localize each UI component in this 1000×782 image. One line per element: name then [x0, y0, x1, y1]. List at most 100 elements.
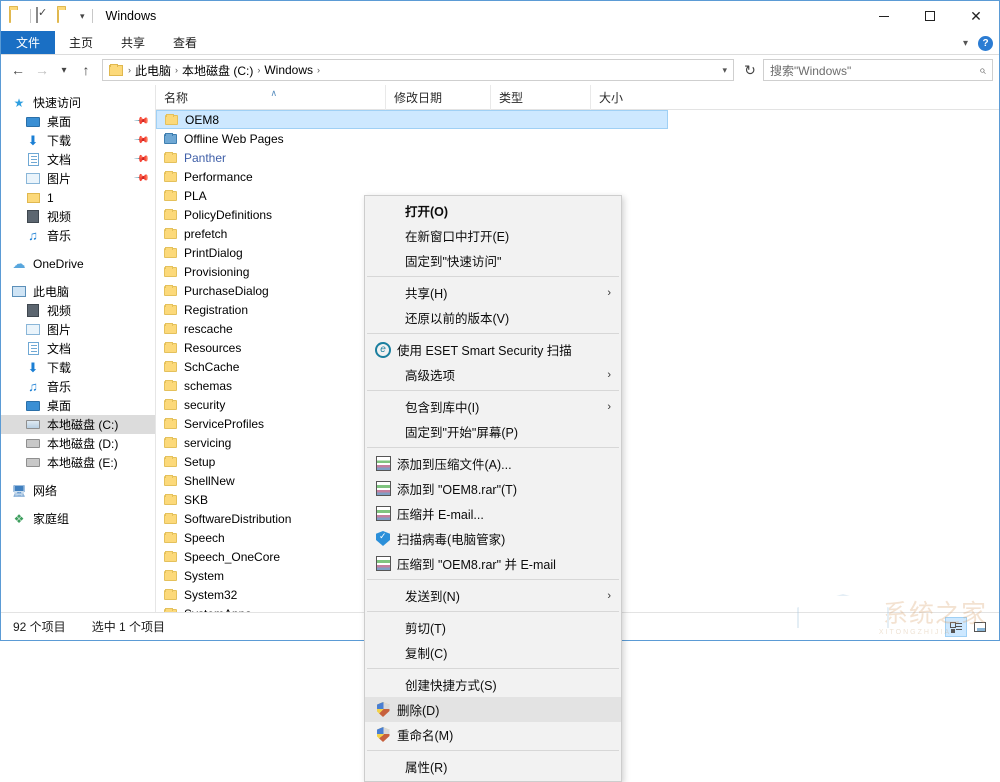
quick-access-toolbar: ▾ Windows [1, 8, 156, 24]
sidebar-label-videos: 视频 [47, 208, 71, 225]
search-input[interactable]: 搜索"Windows" ⌕ [763, 59, 993, 81]
menu-item[interactable]: 固定到"开始"屏幕(P) [365, 419, 621, 444]
sidebar-item-pc-documents[interactable]: 文档 [1, 339, 155, 358]
menu-item[interactable]: 剪切(T) [365, 615, 621, 640]
folder-icon [162, 419, 178, 429]
tab-home[interactable]: 主页 [55, 31, 107, 54]
pin-icon[interactable]: 📌 [132, 113, 149, 130]
tab-view[interactable]: 查看 [159, 31, 211, 54]
tab-file[interactable]: 文件 [1, 31, 55, 54]
help-icon[interactable]: ? [978, 36, 993, 51]
pin-icon[interactable]: 📌 [132, 132, 149, 149]
menu-item[interactable]: 复制(C) [365, 640, 621, 665]
menu-item[interactable]: 重命名(M) [365, 722, 621, 747]
sidebar-item-homegroup[interactable]: ❖ 家庭组 [1, 509, 155, 528]
tab-share[interactable]: 共享 [107, 31, 159, 54]
documents-icon [25, 152, 41, 168]
menu-item-label: 创建快捷方式(S) [373, 675, 497, 694]
documents-icon [25, 341, 41, 357]
breadcrumb-item-this-pc[interactable]: 此电脑 [132, 62, 174, 79]
sidebar-item-desktop[interactable]: 桌面 📌 [1, 112, 155, 131]
menu-item[interactable]: 删除(D) [365, 697, 621, 722]
cloud-icon: ☁ [11, 256, 27, 272]
table-row[interactable]: OEM8 [156, 110, 668, 129]
pin-icon[interactable]: 📌 [132, 170, 149, 187]
sidebar-item-pictures[interactable]: 图片 📌 [1, 169, 155, 188]
table-row[interactable]: Offline Web Pages [156, 129, 999, 148]
thumbnail-view-button[interactable] [969, 617, 991, 637]
menu-item[interactable]: 发送到(N)› [365, 583, 621, 608]
qat-chevron-down-icon[interactable]: ▾ [78, 12, 87, 21]
menu-item[interactable]: 还原以前的版本(V) [365, 305, 621, 330]
recent-locations-chevron-down-icon[interactable]: ▾ [55, 59, 73, 81]
explorer-folder-icon[interactable] [9, 8, 25, 24]
menu-item[interactable]: 打开(O) [365, 198, 621, 223]
folder-icon [162, 286, 178, 296]
sidebar-item-music[interactable]: ♫ 音乐 [1, 226, 155, 245]
menu-item[interactable]: 属性(R) [365, 754, 621, 779]
menu-item[interactable]: 压缩到 "OEM8.rar" 并 E-mail [365, 551, 621, 576]
file-name: Performance [184, 170, 253, 184]
sidebar-item-network[interactable]: 🖥 网络 [1, 481, 155, 500]
table-row[interactable]: Performance [156, 167, 999, 186]
column-header-name[interactable]: 名称 ∧ [156, 85, 386, 110]
sidebar-label-documents: 文档 [47, 151, 71, 168]
sidebar-item-pc-music[interactable]: ♫ 音乐 [1, 377, 155, 396]
sidebar-item-quick-access[interactable]: ★ 快速访问 [1, 93, 155, 112]
sidebar-item-this-pc[interactable]: 此电脑 [1, 282, 155, 301]
sidebar-item-folder-1[interactable]: 1 [1, 188, 155, 207]
close-button[interactable]: ✕ [953, 1, 999, 31]
sidebar-item-pc-downloads[interactable]: ⬇ 下载 [1, 358, 155, 377]
folder-icon [162, 191, 178, 201]
back-button[interactable]: ← [7, 59, 29, 81]
sidebar-item-onedrive[interactable]: ☁ OneDrive [1, 254, 155, 273]
breadcrumb-item-windows[interactable]: Windows [261, 63, 316, 77]
breadcrumb-item-local-disk-c[interactable]: 本地磁盘 (C:) [179, 62, 256, 79]
forward-button[interactable]: → [31, 59, 53, 81]
menu-item[interactable]: 压缩并 E-mail... [365, 501, 621, 526]
menu-item[interactable]: 添加到压缩文件(A)... [365, 451, 621, 476]
sidebar-item-local-disk-d[interactable]: 本地磁盘 (D:) [1, 434, 155, 453]
sidebar-item-videos[interactable]: 视频 [1, 207, 155, 226]
uac-shield-icon [373, 727, 393, 742]
submenu-chevron-right-icon: › [607, 369, 611, 381]
menu-item[interactable]: 固定到"快速访问" [365, 248, 621, 273]
menu-item[interactable]: 添加到 "OEM8.rar"(T) [365, 476, 621, 501]
sidebar-item-local-disk-e[interactable]: 本地磁盘 (E:) [1, 453, 155, 472]
sidebar-item-pc-desktop[interactable]: 桌面 [1, 396, 155, 415]
details-view-button[interactable] [945, 617, 967, 637]
menu-item[interactable]: 高级选项› [365, 362, 621, 387]
menu-item[interactable]: e使用 ESET Smart Security 扫描 [365, 337, 621, 362]
new-folder-icon[interactable] [57, 8, 73, 24]
breadcrumb[interactable]: › 此电脑 › 本地磁盘 (C:) › Windows › ▾ [102, 59, 734, 81]
column-header-size[interactable]: 大小 [591, 85, 681, 110]
table-row[interactable]: Panther [156, 148, 999, 167]
folder-icon [162, 457, 178, 467]
sidebar-item-downloads[interactable]: ⬇ 下载 📌 [1, 131, 155, 150]
sidebar-item-pc-videos[interactable]: 视频 [1, 301, 155, 320]
properties-icon[interactable] [36, 8, 52, 24]
refresh-button[interactable]: ↻ [739, 59, 761, 81]
sidebar-item-documents[interactable]: 文档 📌 [1, 150, 155, 169]
sidebar-label-pc-pictures: 图片 [47, 321, 71, 338]
menu-item[interactable]: 在新窗口中打开(E) [365, 223, 621, 248]
search-icon[interactable]: ⌕ [979, 63, 986, 78]
column-header-type[interactable]: 类型 [491, 85, 591, 110]
minimize-button[interactable] [861, 1, 907, 31]
expand-ribbon-chevron-down-icon[interactable]: ▾ [963, 38, 968, 49]
menu-item[interactable]: 创建快捷方式(S) [365, 672, 621, 697]
menu-item-label: 剪切(T) [373, 618, 446, 637]
menu-item[interactable]: 共享(H)› [365, 280, 621, 305]
menu-item-label: 固定到"快速访问" [373, 251, 501, 270]
address-dropdown-chevron-down-icon[interactable]: ▾ [722, 65, 727, 76]
maximize-button[interactable] [907, 1, 953, 31]
folder-icon [162, 305, 178, 315]
menu-item[interactable]: 扫描病毒(电脑管家) [365, 526, 621, 551]
up-button[interactable]: ↑ [75, 59, 97, 81]
column-header-date[interactable]: 修改日期 [386, 85, 491, 110]
file-name: servicing [184, 436, 231, 450]
sidebar-item-local-disk-c[interactable]: 本地磁盘 (C:) [1, 415, 155, 434]
pin-icon[interactable]: 📌 [132, 151, 149, 168]
sidebar-item-pc-pictures[interactable]: 图片 [1, 320, 155, 339]
menu-item[interactable]: 包含到库中(I)› [365, 394, 621, 419]
